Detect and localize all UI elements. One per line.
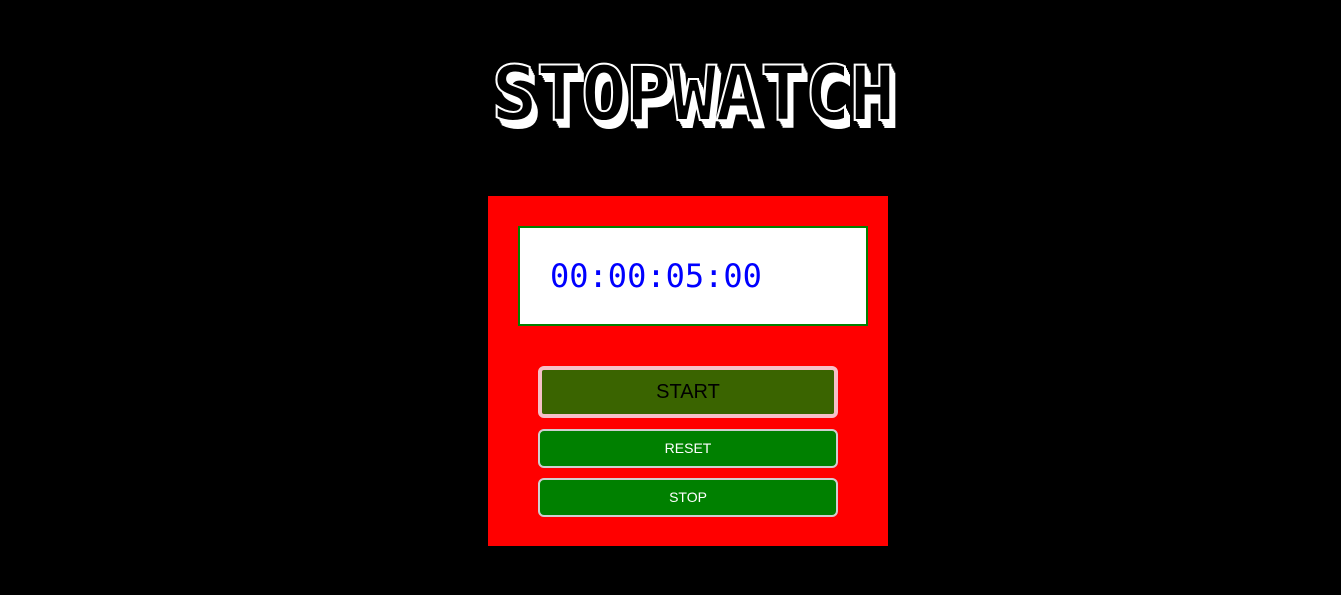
reset-button[interactable]: RESET [538, 429, 838, 468]
page-title: STOPWATCH [491, 49, 897, 138]
start-button[interactable]: START [538, 366, 838, 418]
stop-button[interactable]: STOP [538, 478, 838, 517]
stopwatch-panel: 00:00:05:00 START RESET STOP [488, 196, 888, 546]
stopwatch-page: STOPWATCH 00:00:05:00 START RESET STOP [0, 0, 1341, 595]
time-readout: 00:00:05:00 [550, 257, 762, 295]
time-display: 00:00:05:00 [518, 226, 868, 326]
